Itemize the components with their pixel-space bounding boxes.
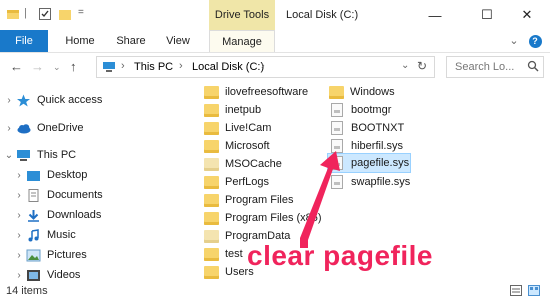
large-icons-view-icon[interactable] [528, 285, 540, 299]
details-view-icon[interactable] [510, 285, 522, 299]
status-bar: 14 items [0, 282, 550, 300]
annotation-label: clear pagefile [247, 240, 433, 271]
item-count: 14 items [6, 285, 48, 297]
